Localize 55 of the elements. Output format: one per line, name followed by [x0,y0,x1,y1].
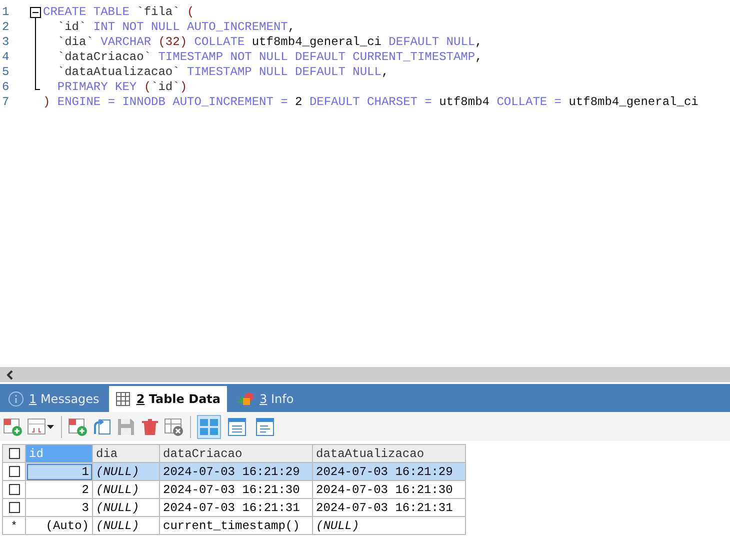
table-cell[interactable]: 2024-07-03 16:21:31 [160,498,312,516]
new-row-marker: * [10,520,18,532]
info-icon [8,391,24,407]
table-cell[interactable]: 2024-07-03 16:21:30 [160,480,312,498]
code-line: `dataAtualizacao` TIMESTAMP NULL DEFAULT NULL, [56,65,389,80]
row-checkbox[interactable] [8,466,20,477]
line-number: 3 [1,35,10,50]
table-cell[interactable]: (NULL) [92,498,160,516]
code-line: ) ENGINE = INNODB AUTO_INCREMENT = 2 DEFAULT CHARSET = utf8mb4 COLLATE = utf8mb4_general_ci [43,95,698,110]
table-cell[interactable]: (NULL) [312,516,466,534]
table-cell[interactable]: 2 [26,480,92,498]
add-row-icon[interactable] [3,416,23,436]
line-number: 4 [1,50,10,65]
collapse-icon[interactable] [30,5,41,20]
line-number: 1 [1,5,10,20]
table-cell[interactable]: (NULL) [92,516,160,534]
grid-view-icon[interactable] [197,414,221,438]
row-checkbox[interactable] [8,502,20,513]
result-tab[interactable]: 1 Messages [2,386,106,412]
line-number: 5 [1,65,10,80]
result-tab[interactable]: 2 Table Data [109,386,226,412]
result-tab[interactable]: 3 Info [230,386,300,412]
table-cell[interactable]: 2024-07-03 16:21:30 [312,480,466,498]
code-line: `id` INT NOT NULL AUTO_INCREMENT, [56,20,296,35]
line-number: 2 [1,20,10,35]
column-header[interactable]: dataCriacao [160,444,312,462]
code-line: CREATE TABLE `fila` ( [43,5,194,20]
select-all-checkbox[interactable] [8,448,20,459]
horizontal-scrollbar[interactable] [0,367,730,382]
line-number: 7 [1,95,10,110]
delete-icon[interactable] [140,416,160,436]
code-line: PRIMARY KEY (`id`) [56,80,188,95]
refresh-icon[interactable] [92,416,112,436]
table-cell[interactable]: (NULL) [92,462,160,480]
row-checkbox[interactable] [8,484,20,495]
insert-dropdown-icon[interactable] [27,416,55,436]
table-cell[interactable]: current_timestamp() [160,516,312,534]
table-cell[interactable]: 2024-07-03 16:21:31 [312,498,466,516]
scroll-left-icon[interactable] [6,370,14,380]
table-cell[interactable]: 2024-07-03 16:21:29 [160,462,312,480]
column-header[interactable]: dia [92,444,160,462]
save-icon[interactable] [116,416,136,436]
code-line: `dataCriacao` TIMESTAMP NOT NULL DEFAULT CURRENT_TIMESTAMP, [56,50,482,65]
table-cell[interactable]: 2024-07-03 16:21:29 [312,462,466,480]
table-cell[interactable]: 3 [26,498,92,516]
table-cell[interactable]: (Auto) [26,516,92,534]
table-grid-icon [115,391,132,407]
cancel-changes-icon[interactable] [164,416,184,436]
table-cell[interactable]: (NULL) [92,480,160,498]
column-header[interactable]: dataAtualizacao [312,444,466,462]
duplicate-row-icon[interactable] [68,416,88,436]
shapes-icon [236,391,254,407]
code-line: `dia` VARCHAR (32) COLLATE utf8mb4_general_ci DEFAULT NULL, [56,35,482,50]
table-cell[interactable]: 1 [26,462,92,480]
line-number: 6 [1,80,10,95]
